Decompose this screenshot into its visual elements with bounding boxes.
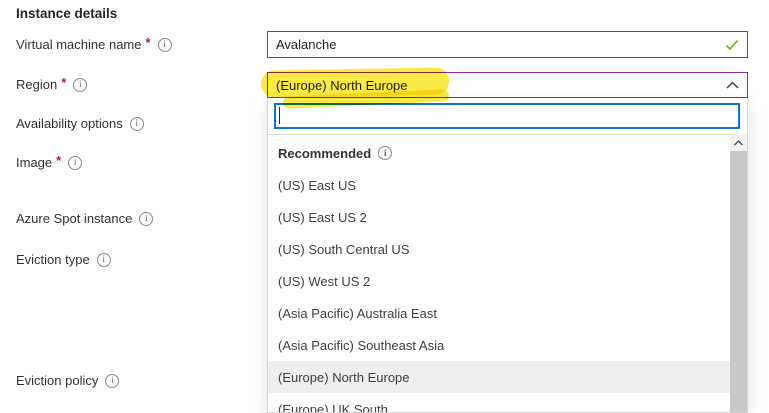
field-label-image: Image *: [16, 154, 82, 171]
region-option[interactable]: (US) East US 2: [268, 201, 730, 233]
group-header-recommended: Recommended: [268, 137, 730, 169]
dropdown-search-area: [268, 98, 747, 135]
vm-name-input[interactable]: Avalanche: [267, 31, 748, 58]
field-label-azure-spot-instance: Azure Spot instance: [16, 210, 153, 227]
label-text: Eviction type: [16, 252, 90, 267]
info-icon[interactable]: [130, 117, 144, 131]
field-label-availability-options: Availability options: [16, 115, 144, 132]
region-option[interactable]: (US) South Central US: [268, 233, 730, 265]
field-label-eviction-policy: Eviction policy: [16, 372, 119, 389]
info-icon[interactable]: [97, 253, 111, 267]
region-option[interactable]: (Europe) North Europe: [268, 361, 730, 393]
label-text: Region: [16, 77, 57, 92]
label-text: Image: [16, 155, 52, 170]
region-option[interactable]: (Asia Pacific) Southeast Asia: [268, 329, 730, 361]
region-option[interactable]: (Europe) UK South: [268, 393, 730, 412]
label-text: Virtual machine name: [16, 37, 142, 52]
info-icon[interactable]: [378, 146, 392, 160]
chevron-up-icon: [726, 81, 739, 89]
label-text: Azure Spot instance: [16, 211, 132, 226]
group-header-text: Recommended: [278, 146, 371, 161]
info-icon[interactable]: [68, 156, 82, 170]
region-combobox[interactable]: (Europe) North Europe: [267, 72, 748, 98]
text-caret: [279, 107, 280, 124]
info-icon[interactable]: [105, 374, 119, 388]
region-option[interactable]: (US) West US 2: [268, 265, 730, 297]
dropdown-scrollbar[interactable]: [730, 134, 747, 412]
field-label-virtual-machine-name: Virtual machine name *: [16, 36, 172, 53]
vm-name-value: Avalanche: [276, 37, 725, 52]
region-selected-value: (Europe) North Europe: [276, 78, 726, 93]
region-option-list: Recommended(US) East US(US) East US 2(US…: [268, 137, 730, 412]
info-icon[interactable]: [73, 78, 87, 92]
check-icon: [725, 39, 739, 51]
info-icon[interactable]: [158, 38, 172, 52]
label-text: Availability options: [16, 116, 123, 131]
field-label-region: Region *: [16, 76, 87, 93]
required-asterisk: *: [61, 75, 66, 90]
required-asterisk: *: [56, 153, 61, 168]
region-option[interactable]: (US) East US: [268, 169, 730, 201]
required-asterisk: *: [146, 35, 151, 50]
section-title: Instance details: [16, 6, 117, 21]
instance-details-form: Instance details Virtual machine name*Re…: [0, 0, 769, 413]
label-text: Eviction policy: [16, 373, 98, 388]
field-label-eviction-type: Eviction type: [16, 251, 111, 268]
scrollbar-thumb[interactable]: [730, 151, 747, 412]
region-search-input[interactable]: [274, 103, 740, 129]
info-icon[interactable]: [139, 212, 153, 226]
region-option[interactable]: (Asia Pacific) Australia East: [268, 297, 730, 329]
region-dropdown: Recommended(US) East US(US) East US 2(US…: [267, 98, 748, 413]
scroll-up-button[interactable]: [730, 134, 747, 151]
